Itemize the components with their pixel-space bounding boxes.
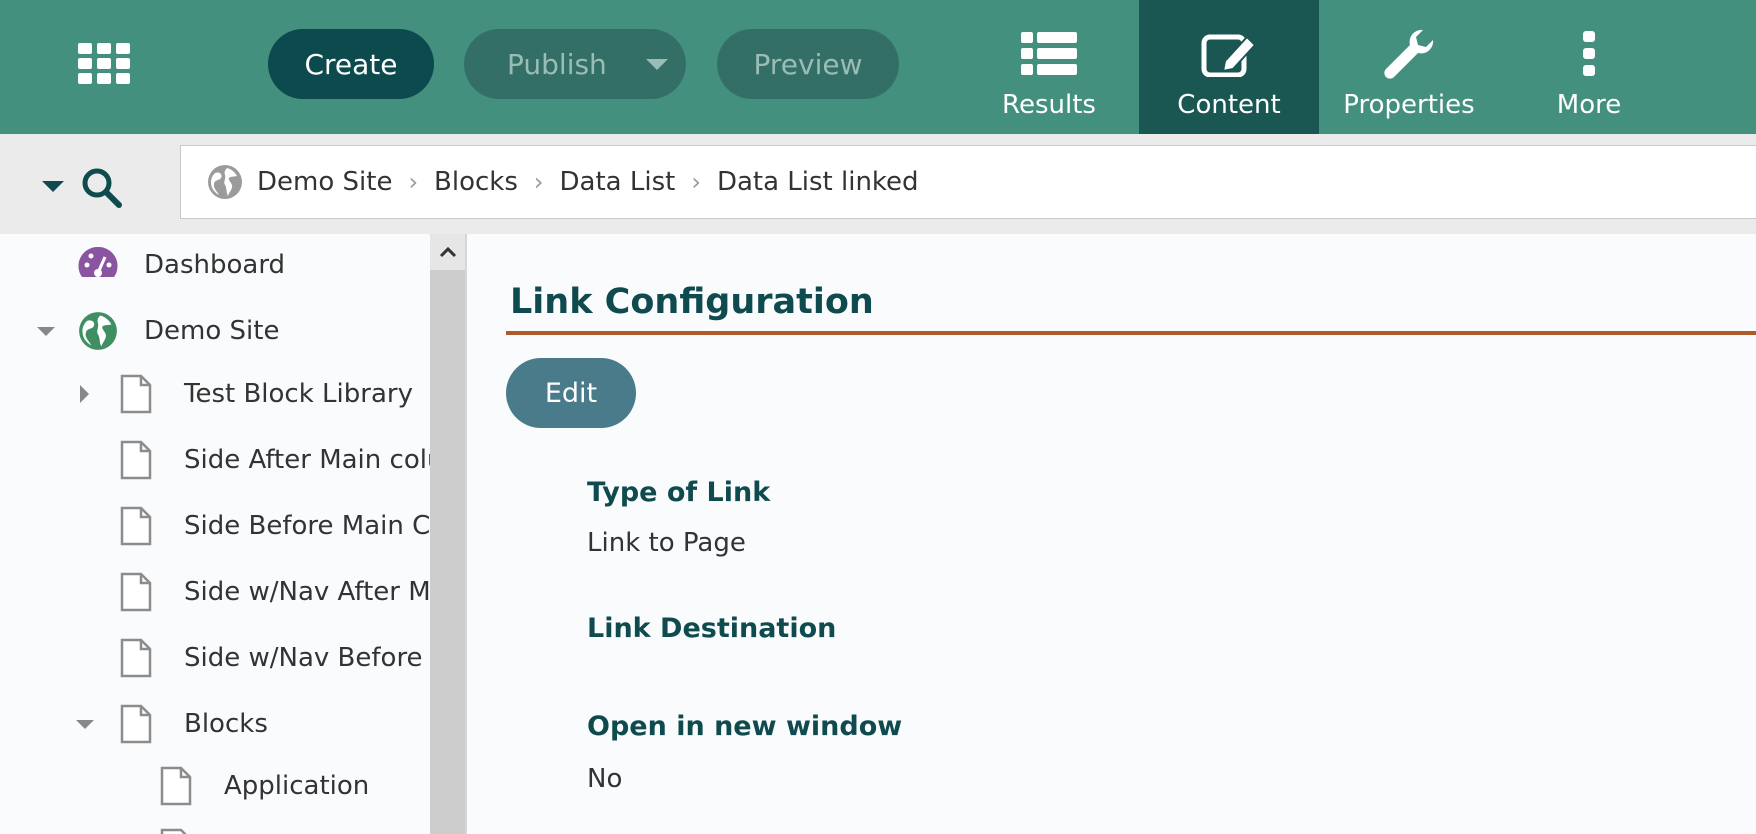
wrench-icon [1383, 26, 1435, 82]
field-value-type-of-link: Link to Page [587, 528, 746, 558]
tab-results[interactable]: Results [986, 0, 1112, 134]
breadcrumb-item[interactable]: Data List [560, 167, 676, 197]
field-value-open-in-new-window: No [587, 764, 623, 794]
tree-item-blocks[interactable]: Blocks [0, 704, 430, 744]
tab-more[interactable]: More [1532, 0, 1646, 134]
tree-item-demo-site[interactable]: Demo Site [0, 311, 430, 351]
create-button[interactable]: Create [268, 29, 434, 99]
page-icon [160, 766, 192, 806]
tree-item-label: Test Block Library [184, 379, 413, 409]
search-icon[interactable] [80, 166, 122, 208]
globe-icon [79, 312, 117, 350]
tree-item-page[interactable]: Side w/Nav Before M [0, 638, 430, 678]
chevron-right-icon: › [408, 168, 419, 196]
page-title: Link Configuration [510, 282, 874, 322]
breadcrumb-bar: Demo Site › Blocks › Data List › Data Li… [0, 134, 1756, 234]
apps-grid-icon[interactable] [78, 43, 130, 85]
tree-item-page[interactable]: Side w/Nav After Ma [0, 572, 430, 612]
breadcrumb-item[interactable]: Demo Site [257, 167, 392, 197]
tree-item-test-block-library[interactable]: Test Block Library [0, 374, 430, 414]
navigation-tree: Dashboard Demo Site Test Block Library S… [0, 234, 430, 834]
search-toggle[interactable] [40, 166, 130, 208]
field-label-type-of-link: Type of Link [587, 477, 771, 508]
vertical-dots-icon [1582, 26, 1596, 82]
breadcrumb: Demo Site › Blocks › Data List › Data Li… [180, 145, 1756, 219]
tree-item-label: Side w/Nav Before M [184, 643, 430, 673]
tree-item-label: Side Before Main Co [184, 511, 430, 541]
page-icon [120, 440, 152, 480]
chevron-right-icon: › [533, 168, 544, 196]
tab-more-label: More [1556, 90, 1622, 120]
tab-properties-label: Properties [1343, 90, 1475, 120]
publish-label: Publish [507, 47, 607, 81]
edit-icon [1201, 26, 1257, 82]
tab-properties[interactable]: Properties [1322, 0, 1496, 134]
field-label-link-destination: Link Destination [587, 613, 837, 644]
tree-item-application[interactable]: Application [0, 766, 430, 806]
tab-content[interactable]: Content [1139, 0, 1319, 134]
page-icon [160, 828, 187, 834]
chevron-right-icon: › [691, 168, 701, 196]
scroll-up-arrow-icon[interactable] [430, 234, 465, 270]
tree-item-page[interactable]: Side Before Main Co [0, 506, 430, 546]
content-panel: Link Configuration Edit Type of Link Lin… [467, 234, 1756, 834]
expand-arrow-icon[interactable] [80, 385, 89, 403]
globe-icon [208, 165, 242, 199]
collapse-arrow-icon[interactable] [76, 720, 94, 729]
breadcrumb-item[interactable]: Blocks [434, 167, 518, 197]
tree-item-label: Side After Main colu [184, 445, 430, 475]
tab-results-label: Results [1002, 90, 1096, 120]
top-toolbar: Create Publish Preview Results Content P… [0, 0, 1756, 134]
tree-item-label: Side w/Nav After Ma [184, 577, 430, 607]
page-icon [120, 572, 152, 612]
page-icon [120, 506, 152, 546]
tab-content-label: Content [1177, 90, 1281, 120]
breadcrumb-item-current: Data List linked [716, 167, 919, 197]
publish-button[interactable]: Publish [464, 29, 686, 99]
tree-item-label: Demo Site [144, 316, 280, 346]
preview-button[interactable]: Preview [717, 29, 899, 99]
field-label-open-in-new-window: Open in new window [587, 711, 903, 742]
list-icon [1021, 26, 1077, 82]
page-icon [120, 374, 152, 414]
collapse-arrow-icon[interactable] [37, 327, 55, 336]
publish-dropdown-caret-icon[interactable] [646, 59, 668, 70]
tree-item-dashboard[interactable]: Dashboard [0, 245, 430, 285]
page-icon [120, 704, 152, 744]
sidebar-scrollbar[interactable] [430, 234, 465, 834]
title-divider [506, 331, 1756, 335]
edit-button[interactable]: Edit [506, 358, 636, 428]
tree-item-page[interactable]: Side After Main colu [0, 440, 430, 480]
tree-item-label: Dashboard [144, 250, 286, 280]
chevron-down-icon[interactable] [42, 181, 64, 192]
tree-item-label: Application [224, 771, 370, 801]
page-icon [120, 638, 152, 678]
tree-item-label: Blocks [184, 709, 268, 739]
dashboard-icon [78, 246, 118, 277]
